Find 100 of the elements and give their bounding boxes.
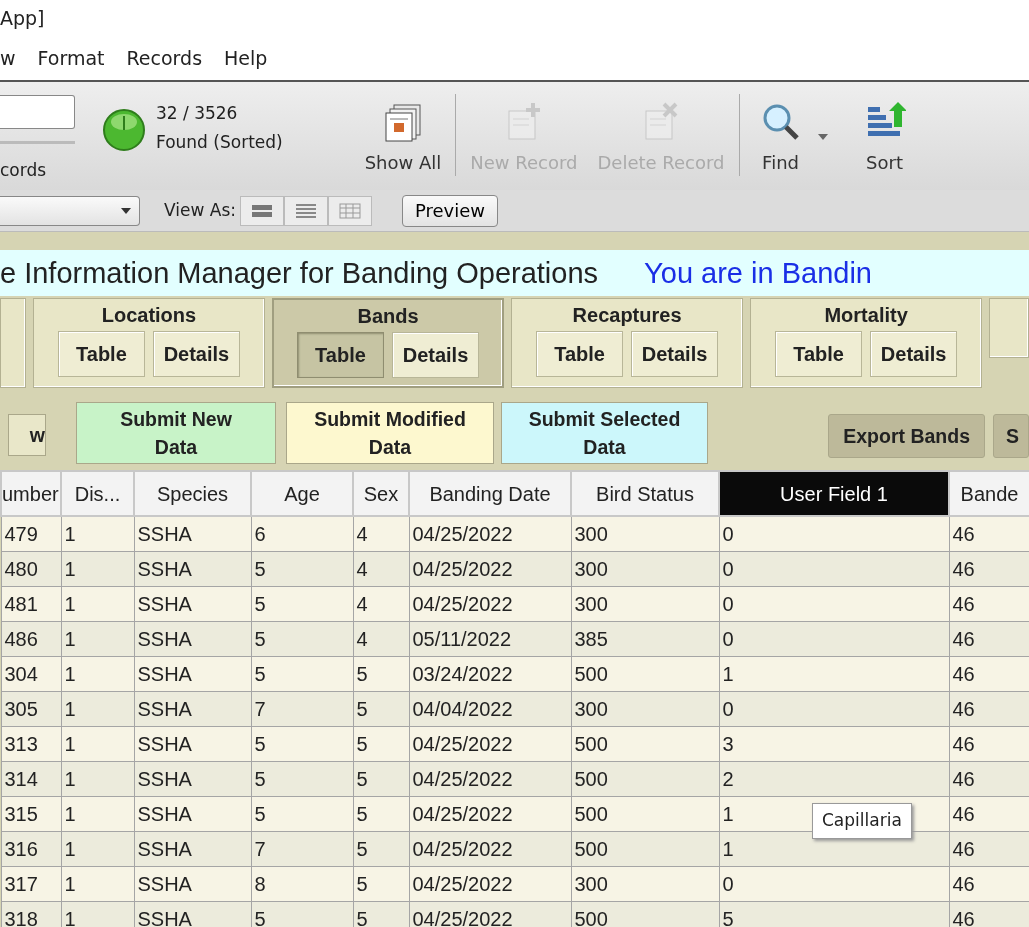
nav-button[interactable]: Details xyxy=(152,331,240,377)
table-cell: 5 xyxy=(251,656,353,691)
table-cell: 04/04/2022 xyxy=(409,691,571,726)
table-cell: 300 xyxy=(571,691,719,726)
table-cell: 46 xyxy=(949,586,1029,621)
nav-button[interactable]: Details xyxy=(631,331,719,377)
table-cell: 04/25/2022 xyxy=(409,796,571,831)
table-cell: SSHA xyxy=(134,656,251,691)
table-cell: 3 xyxy=(719,726,949,761)
menu-item[interactable]: w xyxy=(0,43,16,73)
column-header[interactable]: umber xyxy=(1,471,61,516)
table-cell: 1 xyxy=(61,726,134,761)
table-cell: SSHA xyxy=(134,551,251,586)
table-cell: 04/25/2022 xyxy=(409,551,571,586)
list-icon xyxy=(294,202,317,219)
table-cell: 479 xyxy=(1,516,61,551)
table-cell: 0 xyxy=(719,866,949,901)
action-button[interactable]: S xyxy=(993,414,1029,458)
table-cell: 0 xyxy=(719,621,949,656)
table-cell: 5 xyxy=(251,761,353,796)
table-cell: 486 xyxy=(1,621,61,656)
nav-button[interactable]: Details xyxy=(392,332,479,378)
table-cell: 46 xyxy=(949,901,1029,927)
form-icon xyxy=(250,202,273,219)
table-cell: 500 xyxy=(571,726,719,761)
nav-button[interactable]: Table xyxy=(775,331,863,377)
table-cell: 46 xyxy=(949,831,1029,866)
table-cell: 1 xyxy=(61,691,134,726)
menu-item[interactable]: Format xyxy=(37,43,105,73)
table-cell: 0 xyxy=(719,691,949,726)
table-cell: 317 xyxy=(1,866,61,901)
menu-item[interactable]: Help xyxy=(224,43,268,73)
table-cell: SSHA xyxy=(134,866,251,901)
column-header[interactable]: Banding Date xyxy=(409,471,571,516)
table-cell: 04/25/2022 xyxy=(409,831,571,866)
table-cell: 500 xyxy=(571,761,719,796)
cards-icon xyxy=(382,101,424,143)
nav-group-title: Recaptures xyxy=(571,303,683,328)
list-view-button[interactable] xyxy=(283,195,328,226)
table-cell: 46 xyxy=(949,866,1029,901)
window-title: App] xyxy=(0,6,46,31)
table-cell: 1 xyxy=(719,656,949,691)
table-cell: SSHA xyxy=(134,516,251,551)
table-cell: 04/25/2022 xyxy=(409,726,571,761)
table-cell: 1 xyxy=(61,831,134,866)
table-cell: 04/25/2022 xyxy=(409,901,571,927)
table-cell: 04/25/2022 xyxy=(409,761,571,796)
column-header[interactable]: Dis... xyxy=(61,471,134,516)
table-view-button[interactable] xyxy=(327,195,372,226)
column-header[interactable]: Sex xyxy=(353,471,409,516)
table-cell: 5 xyxy=(251,551,353,586)
action-button[interactable]: Submit Selected Data xyxy=(501,402,708,464)
table-cell: 500 xyxy=(571,831,719,866)
table-cell: 5 xyxy=(353,656,409,691)
action-button[interactable]: w xyxy=(8,414,46,456)
table-cell: 313 xyxy=(1,726,61,761)
table-cell: 8 xyxy=(251,866,353,901)
column-header[interactable]: User Field 1 xyxy=(719,471,949,516)
nav-button[interactable]: Table xyxy=(536,331,624,377)
table-cell: 1 xyxy=(61,516,134,551)
record-count: 32 / 3526 xyxy=(156,102,239,125)
layout-dropdown[interactable] xyxy=(0,195,140,226)
table-cell: 314 xyxy=(1,761,61,796)
table-cell: 0 xyxy=(719,551,949,586)
nav-group-title: Bands xyxy=(356,304,420,329)
table-cell: 04/25/2022 xyxy=(409,586,571,621)
nav-button[interactable]: Details xyxy=(870,331,958,377)
nav-button[interactable]: Table xyxy=(297,332,384,378)
sort-button[interactable]: Sort xyxy=(863,82,906,182)
table-cell: 5 xyxy=(251,901,353,927)
column-header[interactable]: Species xyxy=(134,471,251,516)
table-cell: 500 xyxy=(571,656,719,691)
find-button[interactable]: Find xyxy=(759,82,802,182)
table-cell: 46 xyxy=(949,621,1029,656)
search-field[interactable] xyxy=(0,95,75,129)
table-cell: 5 xyxy=(251,586,353,621)
view-as-label: View As: xyxy=(164,198,236,222)
table-cell: 5 xyxy=(353,866,409,901)
column-header[interactable]: Age xyxy=(251,471,353,516)
table-cell: 5 xyxy=(719,901,949,927)
column-header[interactable]: Bande xyxy=(949,471,1029,516)
table-cell: 1 xyxy=(61,621,134,656)
menu-item[interactable]: Records xyxy=(126,43,203,73)
preview-button[interactable]: Preview xyxy=(401,194,499,227)
form-view-button[interactable] xyxy=(239,195,284,226)
table-cell: 0 xyxy=(719,586,949,621)
nav-button[interactable]: Table xyxy=(57,331,145,377)
action-button[interactable]: Submit New Data xyxy=(76,402,276,464)
show-all-button[interactable]: Show All xyxy=(364,82,442,182)
table-cell: 0 xyxy=(719,516,949,551)
action-button[interactable]: Export Bands xyxy=(828,414,985,458)
column-header[interactable]: Bird Status xyxy=(571,471,719,516)
table-cell: 500 xyxy=(571,901,719,927)
table-cell: 300 xyxy=(571,516,719,551)
caret-icon[interactable] xyxy=(817,134,828,140)
action-button[interactable]: Submit Modified Data xyxy=(286,402,494,464)
table-cell: 46 xyxy=(949,656,1029,691)
nav-group-title: Locations xyxy=(100,303,198,328)
table-cell: 5 xyxy=(251,796,353,831)
table-cell: 46 xyxy=(949,726,1029,761)
